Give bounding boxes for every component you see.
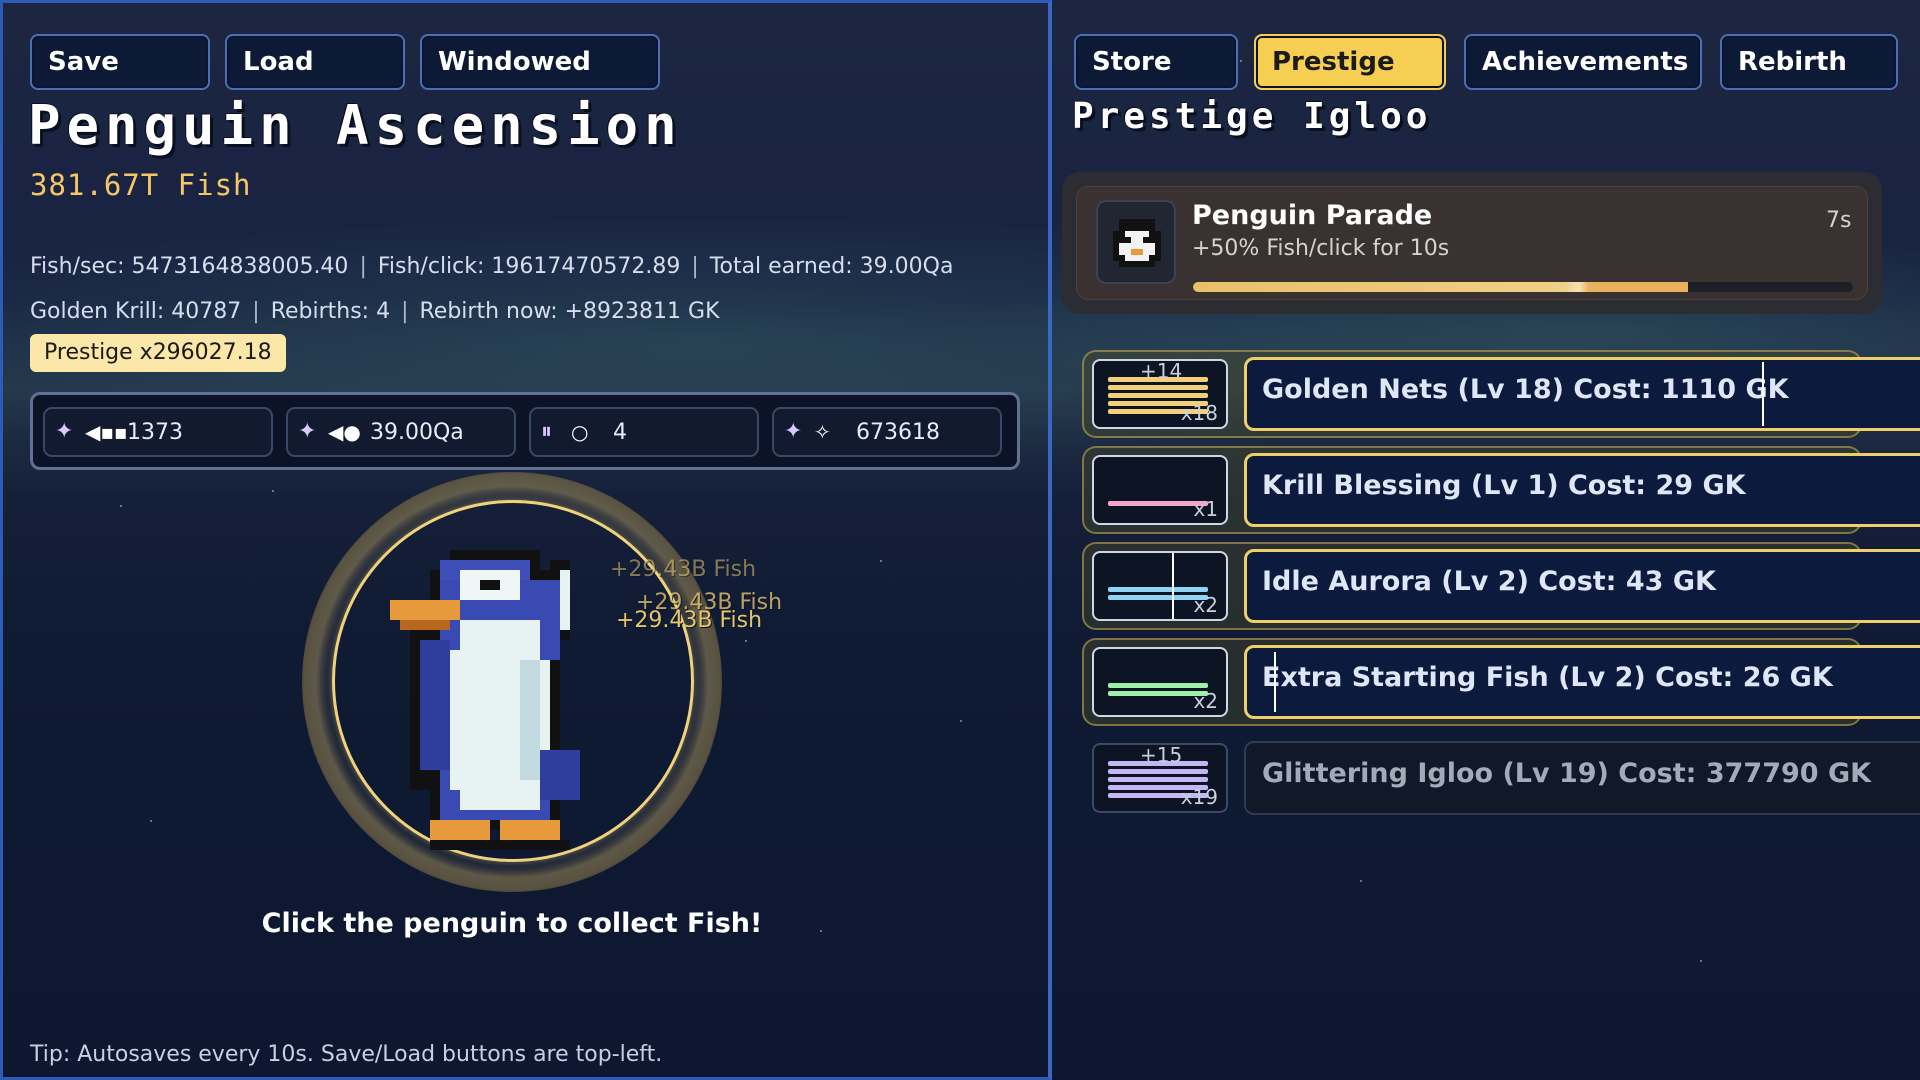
resource-slot: ✦ ◀▪▪ 1373 [43, 407, 273, 457]
tab-prestige[interactable]: Prestige [1254, 34, 1446, 90]
tab-store[interactable]: Store [1074, 34, 1238, 90]
resource-bar: ✦ ◀▪▪ 1373 ✦ ◀● 39.00Qa ⏸ ○ 4 ✦ ✧ 673618 [30, 392, 1020, 470]
upgrade-icon: x2 [1092, 647, 1228, 717]
upgrade-multiplier: x2 [1193, 593, 1218, 617]
resource-value: 1373 [127, 420, 183, 445]
upgrade-label: Glittering Igloo (Lv 19) Cost: 377790 GK [1262, 758, 1872, 789]
upgrade-icon: x2 [1092, 551, 1228, 621]
upgrade-row[interactable]: x2 Idle Aurora (Lv 2) Cost: 43 GK [1082, 542, 1920, 630]
total-earned: Total earned: 39.00Qa [709, 254, 954, 279]
upgrade-bonus: +15 [1140, 743, 1183, 767]
rebirths-count: Rebirths: 4 [270, 299, 391, 324]
penguin-button[interactable] [380, 530, 640, 870]
stats-line-1: Fish/sec: 5473164838005.40 | Fish/click: 1… [30, 254, 953, 279]
sparkle-icon: ✦ [55, 419, 74, 444]
upgrade-row[interactable]: x2 Extra Starting Fish (Lv 2) Cost: 26 G… [1082, 638, 1920, 726]
separator: | [252, 299, 260, 324]
star-icon: ✧ [814, 420, 831, 444]
event-description: +50% Fish/click for 10s [1192, 236, 1450, 261]
fish-gain-floater: +29.43B Fish [610, 557, 757, 582]
text-cursor [1274, 652, 1276, 712]
upgrade-multiplier: x2 [1193, 689, 1218, 713]
collect-instruction: Click the penguin to collect Fish! [261, 908, 763, 939]
resource-value: 673618 [856, 420, 940, 445]
upgrade-multiplier: x1 [1193, 497, 1218, 521]
upgrade-multiplier: x18 [1180, 401, 1218, 425]
fish-per-click: Fish/click: 19617470572.89 [377, 254, 681, 279]
sparkle-icon: ✦ [784, 419, 803, 444]
tab-rebirth[interactable]: Rebirth [1720, 34, 1898, 90]
load-button[interactable]: Load [225, 34, 405, 90]
sparkle-icon: ✦ [298, 419, 317, 444]
tab-achievements[interactable]: Achievements [1464, 34, 1702, 90]
event-name: Penguin Parade [1192, 200, 1433, 231]
resource-value: 39.00Qa [370, 420, 464, 445]
upgrade-multiplier: x19 [1180, 785, 1218, 809]
upgrade-label: Golden Nets (Lv 18) Cost: 1110 GK [1262, 374, 1789, 405]
fish-gain-floater: +29.43B Fish [616, 608, 763, 633]
text-cursor [1172, 553, 1174, 619]
panel-heading: Prestige Igloo [1072, 96, 1432, 137]
golden-krill-count: Golden Krill: 40787 [30, 299, 242, 324]
separator: | [359, 254, 367, 279]
upgrade-icon: +14 x18 [1092, 359, 1228, 429]
upgrade-label: Extra Starting Fish (Lv 2) Cost: 26 GK [1262, 662, 1833, 693]
resource-slot: ⏸ ○ 4 [529, 407, 759, 457]
upgrade-icon: x1 [1092, 455, 1228, 525]
resource-value: 4 [613, 420, 627, 445]
upgrade-label: Idle Aurora (Lv 2) Cost: 43 GK [1262, 566, 1716, 597]
prestige-multiplier-badge: Prestige x296027.18 [30, 334, 286, 372]
resource-slot: ✦ ✧ 673618 [772, 407, 1002, 457]
upgrade-row[interactable]: x1 Krill Blessing (Lv 1) Cost: 29 GK [1082, 446, 1920, 534]
upgrade-label: Krill Blessing (Lv 1) Cost: 29 GK [1262, 470, 1746, 501]
pause-icon: ⏸ [541, 419, 553, 444]
text-cursor [1762, 362, 1764, 426]
shop-panel [1052, 0, 1920, 1080]
refresh-icon: ○ [571, 420, 589, 444]
upgrade-bonus: +14 [1140, 359, 1183, 383]
upgrade-row-locked[interactable]: +15 x19 Glittering Igloo (Lv 19) Cost: 3… [1082, 734, 1920, 822]
separator: | [401, 299, 409, 324]
event-progress-bar [1193, 282, 1853, 292]
save-button[interactable]: Save [30, 34, 210, 90]
autosave-tip: Tip: Autosaves every 10s. Save/Load butt… [30, 1042, 663, 1067]
fish-school-icon: ◀▪▪ [85, 420, 128, 444]
fish-per-sec: Fish/sec: 5473164838005.40 [30, 254, 349, 279]
upgrade-row[interactable]: +14 x18 Golden Nets (Lv 18) Cost: 1110 G… [1082, 350, 1920, 438]
rebirth-now: Rebirth now: +8923811 GK [419, 299, 720, 324]
stats-line-2: Golden Krill: 40787 | Rebirths: 4 | Rebirth … [30, 299, 720, 324]
fish-counter: 381.67T Fish [30, 168, 252, 202]
game-title: Penguin Ascension [28, 94, 683, 157]
resource-slot: ✦ ◀● 39.00Qa [286, 407, 516, 457]
penguin-face-icon [1096, 200, 1176, 284]
windowed-button[interactable]: Windowed [420, 34, 660, 90]
upgrade-icon: +15 x19 [1092, 743, 1228, 813]
event-timer: 7s [1826, 208, 1852, 233]
event-progress-fill [1193, 282, 1688, 292]
fish-icon: ◀● [328, 420, 361, 444]
separator: | [691, 254, 699, 279]
